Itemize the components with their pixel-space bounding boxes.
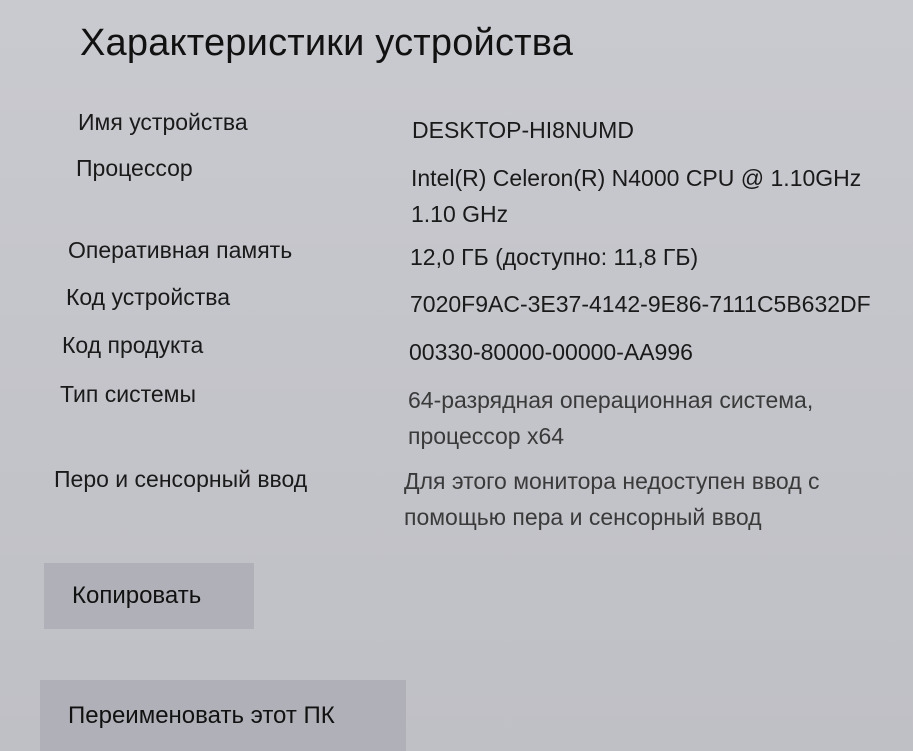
spec-value-system-type: 64-разрядная операционная система, проце… xyxy=(408,382,813,454)
spec-value-system-type-line1: 64-разрядная операционная система, xyxy=(408,387,814,413)
spec-value-ram: 12,0 ГБ (доступно: 11,8 ГБ) xyxy=(410,244,699,270)
spec-list: Имя устройства DESKTOP-HI8NUMD Процессор… xyxy=(0,0,913,560)
spec-value-system-type-line2: процессор x64 xyxy=(408,423,565,449)
spec-value-pen-touch-line2: помощью пера и сенсорный ввод xyxy=(404,504,762,530)
spec-value-device-id: 7020F9AC-3E37-4142-9E86-7111C5B632DF xyxy=(410,291,871,317)
spec-value-processor-line1: Intel(R) Celeron(R) N4000 CPU @ 1.10GHz xyxy=(411,165,862,191)
spec-value-device-name: DESKTOP-HI8NUMD xyxy=(412,117,634,143)
spec-label-product-id: Код продукта xyxy=(62,332,204,358)
spec-label-device-name: Имя устройства xyxy=(78,109,248,135)
spec-label-ram: Оперативная память xyxy=(68,237,293,263)
spec-label-system-type: Тип системы xyxy=(60,381,196,407)
spec-value-processor-line2: 1.10 GHz xyxy=(411,201,509,227)
spec-value-pen-touch: Для этого монитора недоступен ввод с пом… xyxy=(404,463,820,535)
copy-button[interactable]: Копировать xyxy=(44,563,254,629)
spec-value-processor: Intel(R) Celeron(R) N4000 CPU @ 1.10GHz … xyxy=(411,160,861,232)
spec-label-device-id: Код устройства xyxy=(66,284,230,310)
spec-value-product-id: 00330-80000-00000-AA996 xyxy=(409,339,693,365)
device-specifications-page: Характеристики устройства Имя устройства… xyxy=(0,0,913,751)
spec-label-pen-touch: Перо и сенсорный ввод xyxy=(54,466,308,492)
spec-label-processor: Процессор xyxy=(76,155,193,181)
rename-pc-button[interactable]: Переименовать этот ПК xyxy=(40,680,406,751)
spec-value-pen-touch-line1: Для этого монитора недоступен ввод с xyxy=(404,468,820,494)
